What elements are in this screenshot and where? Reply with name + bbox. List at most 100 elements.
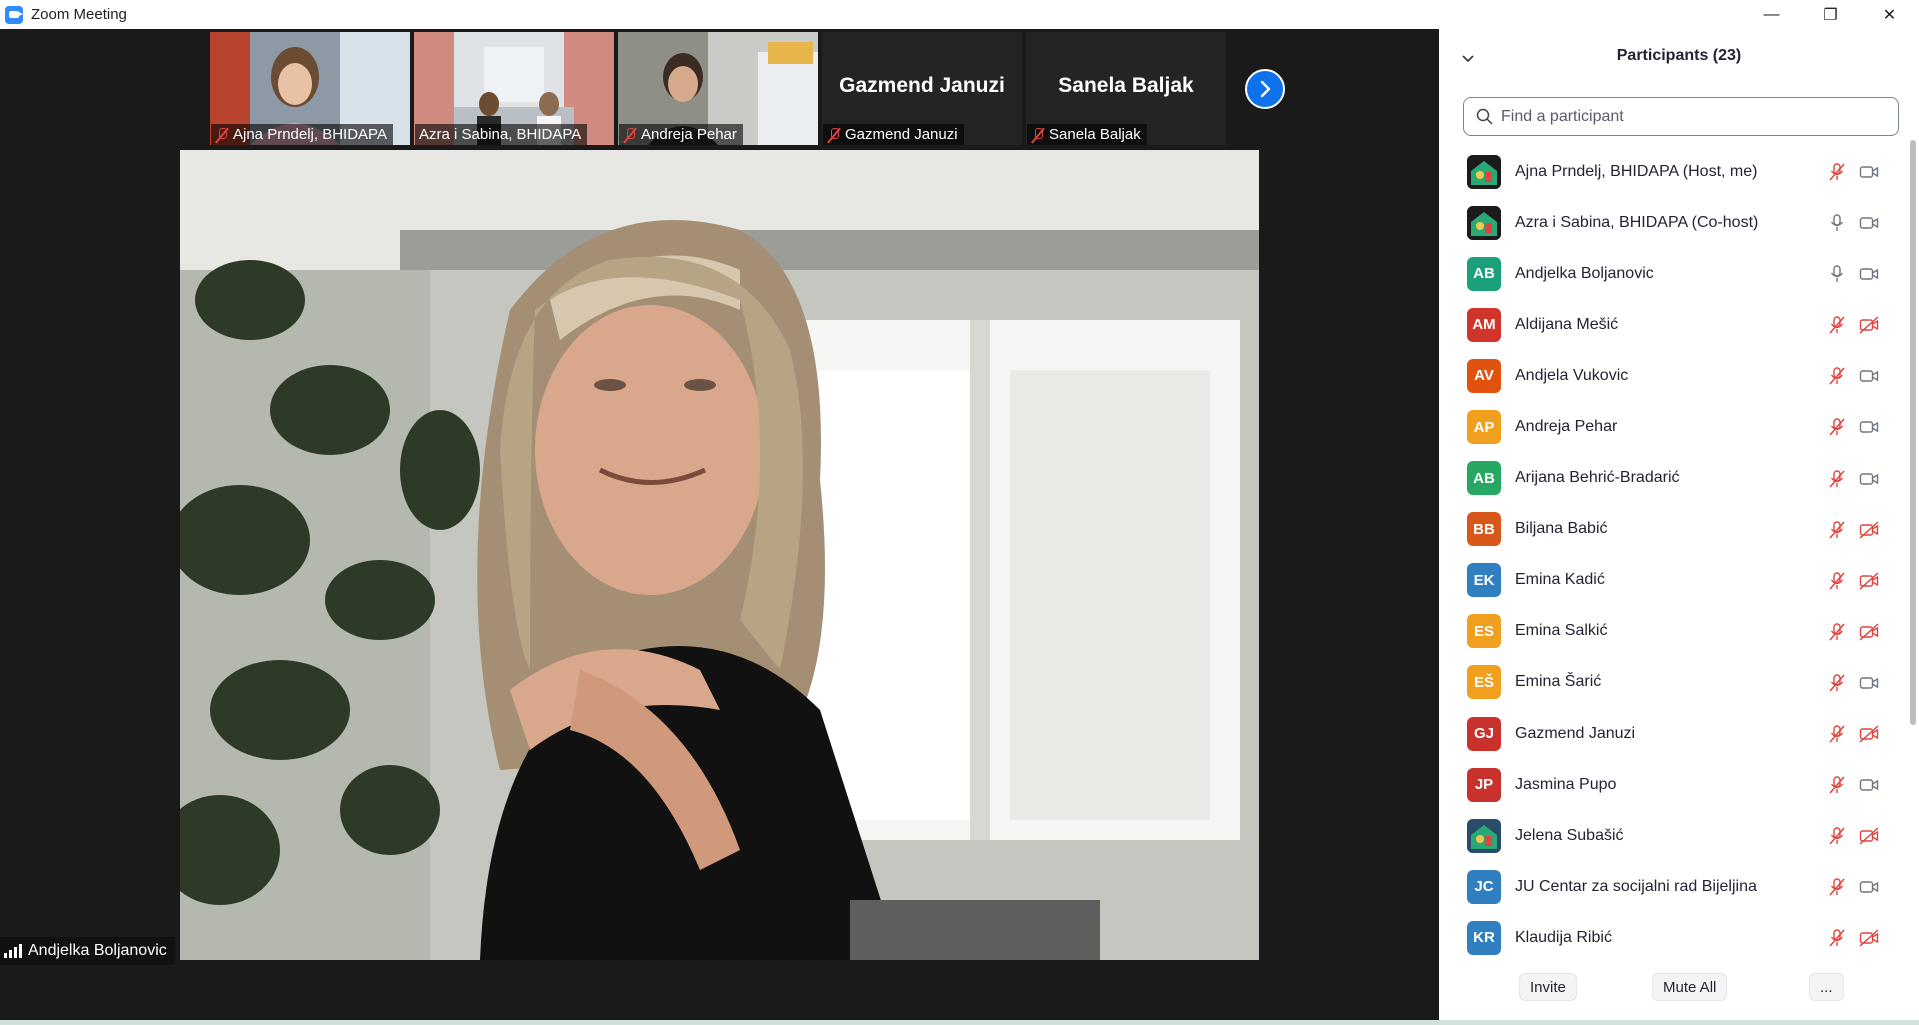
avatar: AB [1467,256,1501,291]
participant-status-icons [1827,213,1879,233]
mic-muted-icon[interactable] [1827,877,1847,897]
mic-muted-icon[interactable] [1827,520,1847,540]
gallery-tile[interactable]: Azra i Sabina, BHIDAPA [414,32,614,145]
mic-muted-icon[interactable] [1827,673,1847,693]
close-button[interactable]: ✕ [1860,0,1919,29]
avatar: AB [1467,461,1501,496]
mic-muted-icon[interactable] [1827,366,1847,386]
video-camera-icon[interactable] [1859,366,1879,386]
mic-icon[interactable] [1827,264,1847,284]
participants-panel: Participants (23) Ajna Prndelj, BHIDAPA … [1439,29,1919,1023]
participant-row[interactable]: Azra i Sabina, BHIDAPA (Co-host) [1439,197,1907,248]
participant-status-icons [1827,724,1879,744]
participant-list: Ajna Prndelj, BHIDAPA (Host, me) Azra i S… [1439,146,1907,964]
avatar: GJ [1467,716,1501,751]
mic-muted-icon[interactable] [1827,775,1847,795]
participant-row[interactable]: JP Jasmina Pupo [1439,759,1907,810]
video-camera-icon[interactable] [1859,213,1879,233]
participant-row[interactable]: KR Klaudija Ribić [1439,912,1907,963]
minimize-button[interactable]: — [1742,0,1801,29]
mic-muted-icon[interactable] [1827,469,1847,489]
participant-row[interactable]: EŠ Emina Šarić [1439,657,1907,708]
gallery-tile[interactable]: Andreja Pehar [618,32,818,145]
participant-row[interactable]: ES Emina Salkić [1439,606,1907,657]
video-camera-off-icon[interactable] [1859,571,1879,591]
participant-status-icons [1827,162,1879,182]
avatar-initials: AM [1472,316,1496,334]
active-speaker-name: Andjelka Boljanovic [28,942,167,959]
mic-muted-icon [1031,127,1045,143]
video-camera-off-icon[interactable] [1859,928,1879,948]
tile-name-label: Azra i Sabina, BHIDAPA [415,124,588,145]
participant-row[interactable]: AM Aldijana Mešić [1439,299,1907,350]
gallery-tile[interactable]: Sanela Baljak Sanela Baljak [1026,32,1226,145]
avatar-image [1467,154,1501,189]
participant-row[interactable]: AB Andjelka Boljanovic [1439,248,1907,299]
restore-button[interactable]: ❐ [1801,0,1860,29]
participant-status-icons [1827,366,1879,386]
window-controls: — ❐ ✕ [1742,0,1919,29]
participant-row[interactable]: GJ Gazmend Januzi [1439,708,1907,759]
participant-row[interactable]: AV Andjela Vukovic [1439,350,1907,401]
participant-row[interactable]: BB Biljana Babić [1439,504,1907,555]
avatar: JC [1467,869,1501,904]
video-camera-off-icon[interactable] [1859,520,1879,540]
participant-search-input[interactable] [1501,107,1881,126]
participant-row[interactable]: Jelena Subašić [1439,810,1907,861]
video-camera-icon[interactable] [1859,673,1879,693]
video-camera-icon[interactable] [1859,469,1879,489]
invite-button[interactable]: Invite [1519,973,1577,1001]
video-camera-icon[interactable] [1859,264,1879,284]
video-camera-icon[interactable] [1859,775,1879,795]
participant-row[interactable]: JC JU Centar za socijalni rad Bijeljina [1439,861,1907,912]
tile-name-label: Sanela Baljak [1027,124,1147,145]
avatar [1467,154,1501,189]
mic-muted-icon[interactable] [1827,417,1847,437]
avatar: AP [1467,410,1501,445]
mic-muted-icon[interactable] [1827,571,1847,591]
video-camera-off-icon[interactable] [1859,724,1879,744]
mic-muted-icon[interactable] [1827,928,1847,948]
video-camera-off-icon[interactable] [1859,826,1879,846]
participant-search-box[interactable] [1463,97,1899,136]
mic-muted-icon[interactable] [1827,724,1847,744]
tile-name-label: Gazmend Januzi [823,124,964,145]
participant-name: Emina Kadić [1515,571,1605,589]
mic-muted-icon[interactable] [1827,315,1847,335]
participant-row[interactable]: AB Arijana Behrić-Bradarić [1439,453,1907,504]
participant-name: Jasmina Pupo [1515,775,1617,793]
chevron-down-icon[interactable] [1461,51,1475,65]
gallery-tile[interactable]: Ajna Prndelj, BHIDAPA [210,32,410,145]
mute-all-button[interactable]: Mute All [1652,973,1728,1001]
more-options-button[interactable]: ... [1809,973,1844,1001]
tile-name-label: Ajna Prndelj, BHIDAPA [211,124,393,145]
participant-row[interactable]: EK Emina Kadić [1439,555,1907,606]
participant-row[interactable]: AP Andreja Pehar [1439,401,1907,452]
video-camera-off-icon[interactable] [1859,315,1879,335]
video-camera-icon[interactable] [1859,162,1879,182]
gallery-strip: Ajna Prndelj, BHIDAPA Azra i Sabina, BHI… [210,32,1226,145]
avatar: BB [1467,512,1501,547]
avatar-initials: AB [1473,265,1495,283]
participant-name: Arijana Behrić-Bradarić [1515,469,1680,487]
video-camera-off-icon[interactable] [1859,622,1879,642]
video-camera-icon[interactable] [1859,417,1879,437]
participant-status-icons [1827,877,1879,897]
participant-status-icons [1827,775,1879,795]
participant-name: Jelena Subašić [1515,826,1624,844]
video-camera-icon[interactable] [1859,877,1879,897]
participant-row[interactable]: Ajna Prndelj, BHIDAPA (Host, me) [1439,146,1907,197]
avatar-image [1467,205,1501,240]
avatar: ES [1467,614,1501,649]
mic-muted-icon[interactable] [1827,622,1847,642]
mic-muted-icon[interactable] [1827,162,1847,182]
participant-status-icons [1827,622,1879,642]
gallery-tile[interactable]: Gazmend Januzi Gazmend Januzi [822,32,1022,145]
participant-list-scrollbar[interactable] [1910,140,1916,725]
participant-status-icons [1827,469,1879,489]
next-page-button[interactable] [1245,69,1285,109]
avatar: AM [1467,307,1501,342]
mic-muted-icon[interactable] [1827,826,1847,846]
mic-icon[interactable] [1827,213,1847,233]
participant-status-icons [1827,826,1879,846]
